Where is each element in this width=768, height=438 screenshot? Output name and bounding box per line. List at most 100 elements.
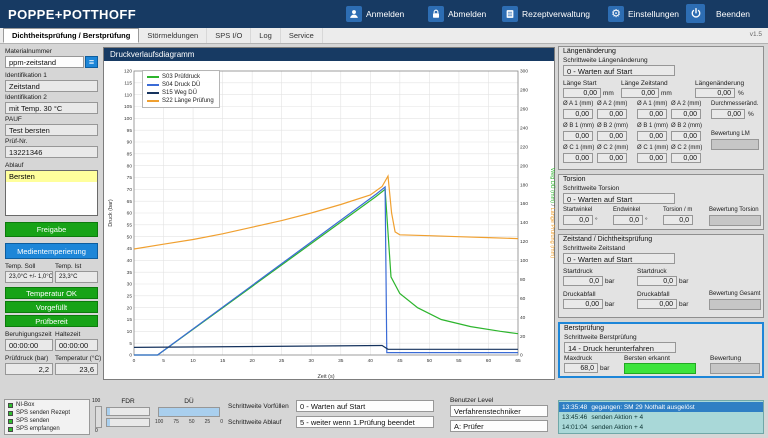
- torsion-panel: Torsion Schrittweite Torsion 0 - Warten …: [558, 174, 764, 230]
- user-icon: [346, 6, 362, 22]
- schrittweite-vorfuellen-field: 0 - Warten auf Start: [296, 400, 434, 412]
- svg-text:65: 65: [515, 358, 521, 364]
- svg-text:Zeit (s): Zeit (s): [317, 374, 334, 380]
- haltezeit-label: Haltezeit: [55, 331, 80, 338]
- dia-b1-label-2: Ø B 1 (mm): [637, 123, 668, 130]
- svg-text:50: 50: [427, 358, 433, 364]
- startwinkel-unit: °: [595, 217, 598, 224]
- beenden-button[interactable]: Beenden: [716, 5, 750, 23]
- tab-service[interactable]: Service: [281, 28, 323, 43]
- tab-stoermeldungen[interactable]: Störmeldungen: [139, 28, 207, 43]
- svg-text:60: 60: [127, 211, 133, 217]
- fdr-label: FDR: [106, 398, 150, 405]
- pauf-label: PAUF: [5, 116, 22, 123]
- bersten-erkannt-label: Bersten erkannt: [624, 355, 670, 362]
- benutzer-level-field-1: Verfahrenstechniker: [450, 405, 548, 417]
- temp-ist-field: 23,3°C: [55, 271, 98, 283]
- schrittweite-zeitstand-field: 0 - Warten auf Start: [563, 253, 675, 264]
- abmelden-label: Abmelden: [448, 9, 486, 19]
- chart-panel: Druckverlaufsdiagramm 051015202530354045…: [103, 47, 555, 380]
- zeitstand-panel: Zeitstand / Dichtheitsprüfung Schrittwei…: [558, 234, 764, 318]
- dia-b2-field-2: 0,00: [671, 131, 701, 141]
- svg-text:0: 0: [520, 353, 523, 359]
- power-button[interactable]: [686, 4, 705, 22]
- druckabfall1-unit: bar: [605, 301, 614, 308]
- laenge-zeitstand-label: Länge Zeitstand: [621, 80, 668, 87]
- startdruck1-label: Startdruck: [563, 268, 593, 275]
- pruefnr-field[interactable]: 13221346: [5, 146, 98, 158]
- medientemperierung-button[interactable]: Medientemperierung: [5, 243, 98, 259]
- haltezeit-field: 00:00:00: [55, 339, 98, 351]
- svg-text:50: 50: [127, 234, 133, 240]
- material-lookup-button[interactable]: ≡: [85, 56, 98, 68]
- startdruck1-field: 0,0: [563, 276, 603, 286]
- dia-a1-label-1: Ø A 1 (mm): [563, 101, 593, 108]
- rezeptverwaltung-button[interactable]: Rezeptverwaltung: [502, 5, 590, 23]
- dia-c1-label-1: Ø C 1 (mm): [563, 145, 594, 152]
- laenge-start-unit: mm: [603, 90, 614, 97]
- bewertung-torsion-field: [709, 215, 761, 226]
- dia-a1-label-2: Ø A 1 (mm): [637, 101, 667, 108]
- tab-dichtheitspruefung-berstpruefung[interactable]: Dichtheitsprüfung / Berstprüfung: [3, 28, 139, 43]
- identifikation2-field[interactable]: mit Temp. 30 °C: [5, 102, 98, 114]
- tab-log[interactable]: Log: [251, 28, 281, 43]
- status-dot: [8, 411, 13, 416]
- materialnummer-input[interactable]: ppm-zeitstand: [5, 56, 84, 68]
- status-dot: [8, 427, 13, 432]
- dia-c2-label-2: Ø C 2 (mm): [671, 145, 702, 152]
- pruefdruck-field: 2,2: [5, 363, 53, 375]
- svg-text:280: 280: [520, 88, 528, 94]
- legend-item: S04 Druck DÜ: [147, 81, 214, 89]
- svg-text:40: 40: [520, 315, 526, 321]
- svg-text:110: 110: [124, 92, 132, 98]
- log-entry[interactable]: 13:45:46 senden Aktion + 4: [559, 412, 763, 422]
- io-label: SPS senden: [16, 418, 49, 424]
- fdr-bar-1: [106, 407, 150, 416]
- dia-c2-field-1: 0,00: [597, 153, 627, 163]
- abmelden-button[interactable]: Abmelden: [428, 5, 486, 23]
- laengenaenderung-unit: %: [738, 90, 744, 97]
- schrittweite-torsion-field: 0 - Warten auf Start: [563, 193, 675, 204]
- svg-text:0: 0: [129, 353, 132, 359]
- einstellungen-button[interactable]: ⚙ Einstellungen: [608, 5, 679, 23]
- identifikation1-field[interactable]: Zeitstand: [5, 80, 98, 92]
- dia-b1-label-1: Ø B 1 (mm): [563, 123, 594, 130]
- vorgefuellt-indicator: Vorgefüllt: [5, 301, 98, 313]
- svg-text:95: 95: [127, 128, 133, 134]
- due-bar: [158, 407, 220, 417]
- io-row-sps-senden: SPS senden: [5, 417, 89, 425]
- temperatur-field: 23,6: [55, 363, 98, 375]
- svg-text:45: 45: [397, 358, 403, 364]
- svg-text:40: 40: [127, 258, 133, 264]
- io-status-box: NI-Box SPS senden Rezept SPS senden SPS …: [4, 399, 90, 435]
- schrittweite-berst-field: 14 - Druck herunterfahren: [564, 342, 676, 353]
- berstpruefung-panel: Berstprüfung Schrittweite Berstprüfung 1…: [558, 322, 764, 378]
- laengenaenderung-label: Längenänderung: [695, 80, 744, 87]
- log-time: 14:01:04: [562, 424, 587, 431]
- bewertung-berst-field: [710, 363, 760, 374]
- svg-text:105: 105: [124, 104, 132, 110]
- anmelden-button[interactable]: Anmelden: [346, 5, 404, 23]
- io-label: SPS empfangen: [16, 426, 60, 432]
- schrittweite-berst-label: Schrittweite Berstprüfung: [564, 334, 637, 341]
- freigabe-button[interactable]: Freigabe: [5, 222, 98, 237]
- log-entry[interactable]: 14:01:04 senden Aktion + 4: [559, 422, 763, 432]
- temp-soll-field: 23,0°C +/- 1,0°C: [5, 271, 53, 283]
- druckabfall1-label: Druckabfall: [563, 291, 596, 298]
- svg-text:240: 240: [520, 126, 528, 132]
- ablauf-item-bersten[interactable]: Bersten: [6, 171, 97, 182]
- ablauf-listbox[interactable]: Bersten: [5, 170, 98, 216]
- legend-label-s22: S22 Länge Prüfung: [162, 98, 214, 104]
- tab-sps-io[interactable]: SPS I/O: [207, 28, 251, 43]
- beruhigungszeit-label: Beruhigungszeit: [5, 331, 52, 338]
- startdruck1-unit: bar: [605, 278, 614, 285]
- due-scale: 100 75 50 25 0: [155, 419, 223, 425]
- svg-text:10: 10: [190, 358, 196, 364]
- druckabfall2-unit: bar: [679, 301, 688, 308]
- pauf-field[interactable]: Test bersten: [5, 124, 98, 136]
- due-scale-tick: 25: [205, 419, 211, 425]
- durchmesseraend-field: 0,00: [711, 109, 745, 119]
- legend-label-s15: S15 Weg DÜ: [162, 90, 197, 96]
- startwinkel-field: 0,0: [563, 215, 593, 225]
- log-entry-highlighted[interactable]: 13:35:48 gegangen: SM 29 Nothalt ausgelö…: [559, 402, 763, 412]
